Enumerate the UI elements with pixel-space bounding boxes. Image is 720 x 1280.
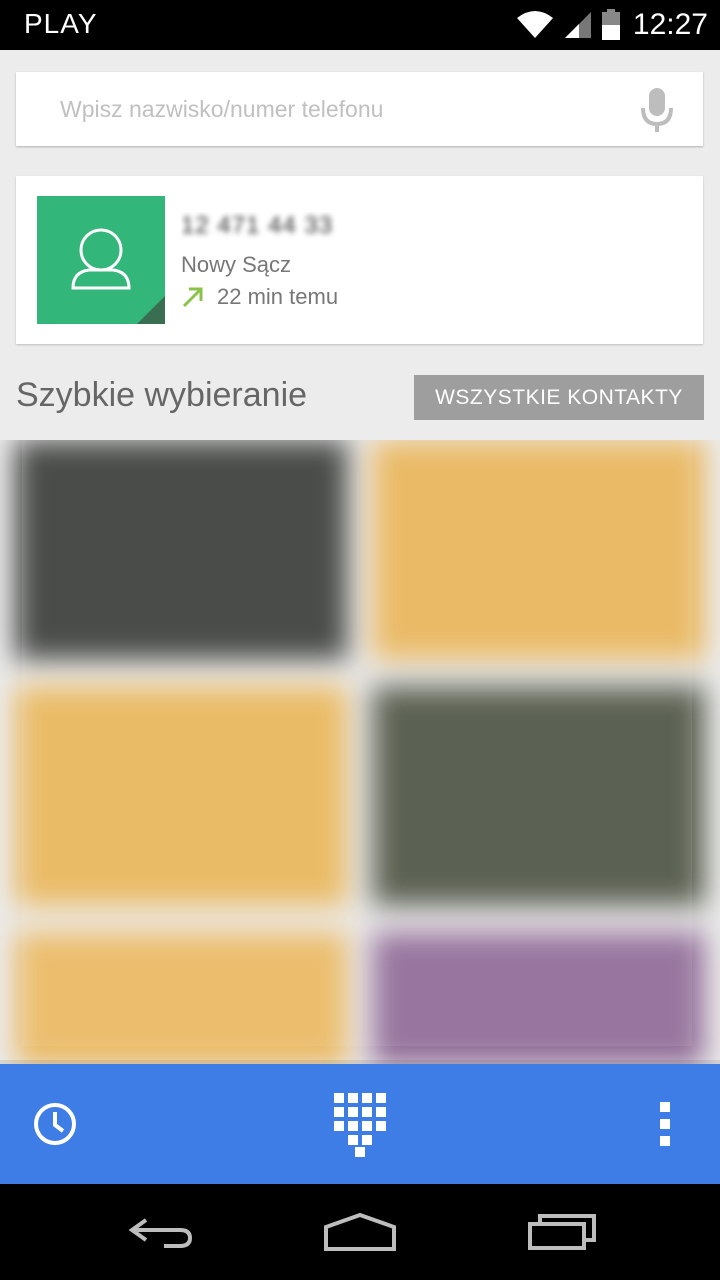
contact-number: 12 471 44 33 (181, 212, 334, 239)
back-icon (128, 1218, 193, 1248)
contact-avatar[interactable] (37, 196, 165, 324)
call-details: 22 min temu (181, 284, 338, 310)
clock: 12:27 (632, 8, 708, 41)
recent-call-card[interactable]: 12 471 44 33 Nowy Sącz 22 min temu (16, 176, 703, 344)
speed-dial-grid (0, 440, 720, 1065)
bottom-action-bar (0, 1060, 720, 1184)
status-icons: 12:27 (515, 6, 708, 44)
history-clock-icon (34, 1103, 76, 1145)
status-bar: PLAY 12:27 (0, 0, 720, 50)
carrier-name: PLAY (24, 8, 98, 39)
signal-icon (564, 12, 591, 38)
call-history-button[interactable] (0, 1064, 110, 1184)
overflow-menu-icon (660, 1102, 670, 1146)
recent-apps-icon (528, 1214, 596, 1250)
wifi-icon (516, 11, 553, 38)
battery-icon (601, 9, 620, 40)
recent-apps-button[interactable] (492, 1184, 632, 1280)
search-bar (16, 72, 703, 146)
blur-overlay (22, 440, 692, 1046)
search-input[interactable] (60, 90, 620, 128)
outgoing-call-arrow-icon (182, 287, 203, 308)
home-button[interactable] (290, 1184, 430, 1280)
call-time-ago: 22 min temu (217, 284, 339, 309)
system-nav-bar (0, 1184, 720, 1280)
microphone-icon[interactable] (639, 86, 675, 134)
overflow-menu-button[interactable] (620, 1064, 710, 1184)
all-contacts-button[interactable]: WSZYSTKIE KONTAKTY (414, 375, 704, 420)
home-icon (324, 1212, 396, 1251)
back-button[interactable] (90, 1184, 230, 1280)
contact-location: Nowy Sącz (181, 252, 292, 277)
avatar-corner-fold (137, 296, 165, 324)
section-title: Szybkie wybieranie (16, 376, 308, 414)
dialpad-icon (334, 1093, 386, 1157)
dialpad-button[interactable] (305, 1064, 415, 1184)
